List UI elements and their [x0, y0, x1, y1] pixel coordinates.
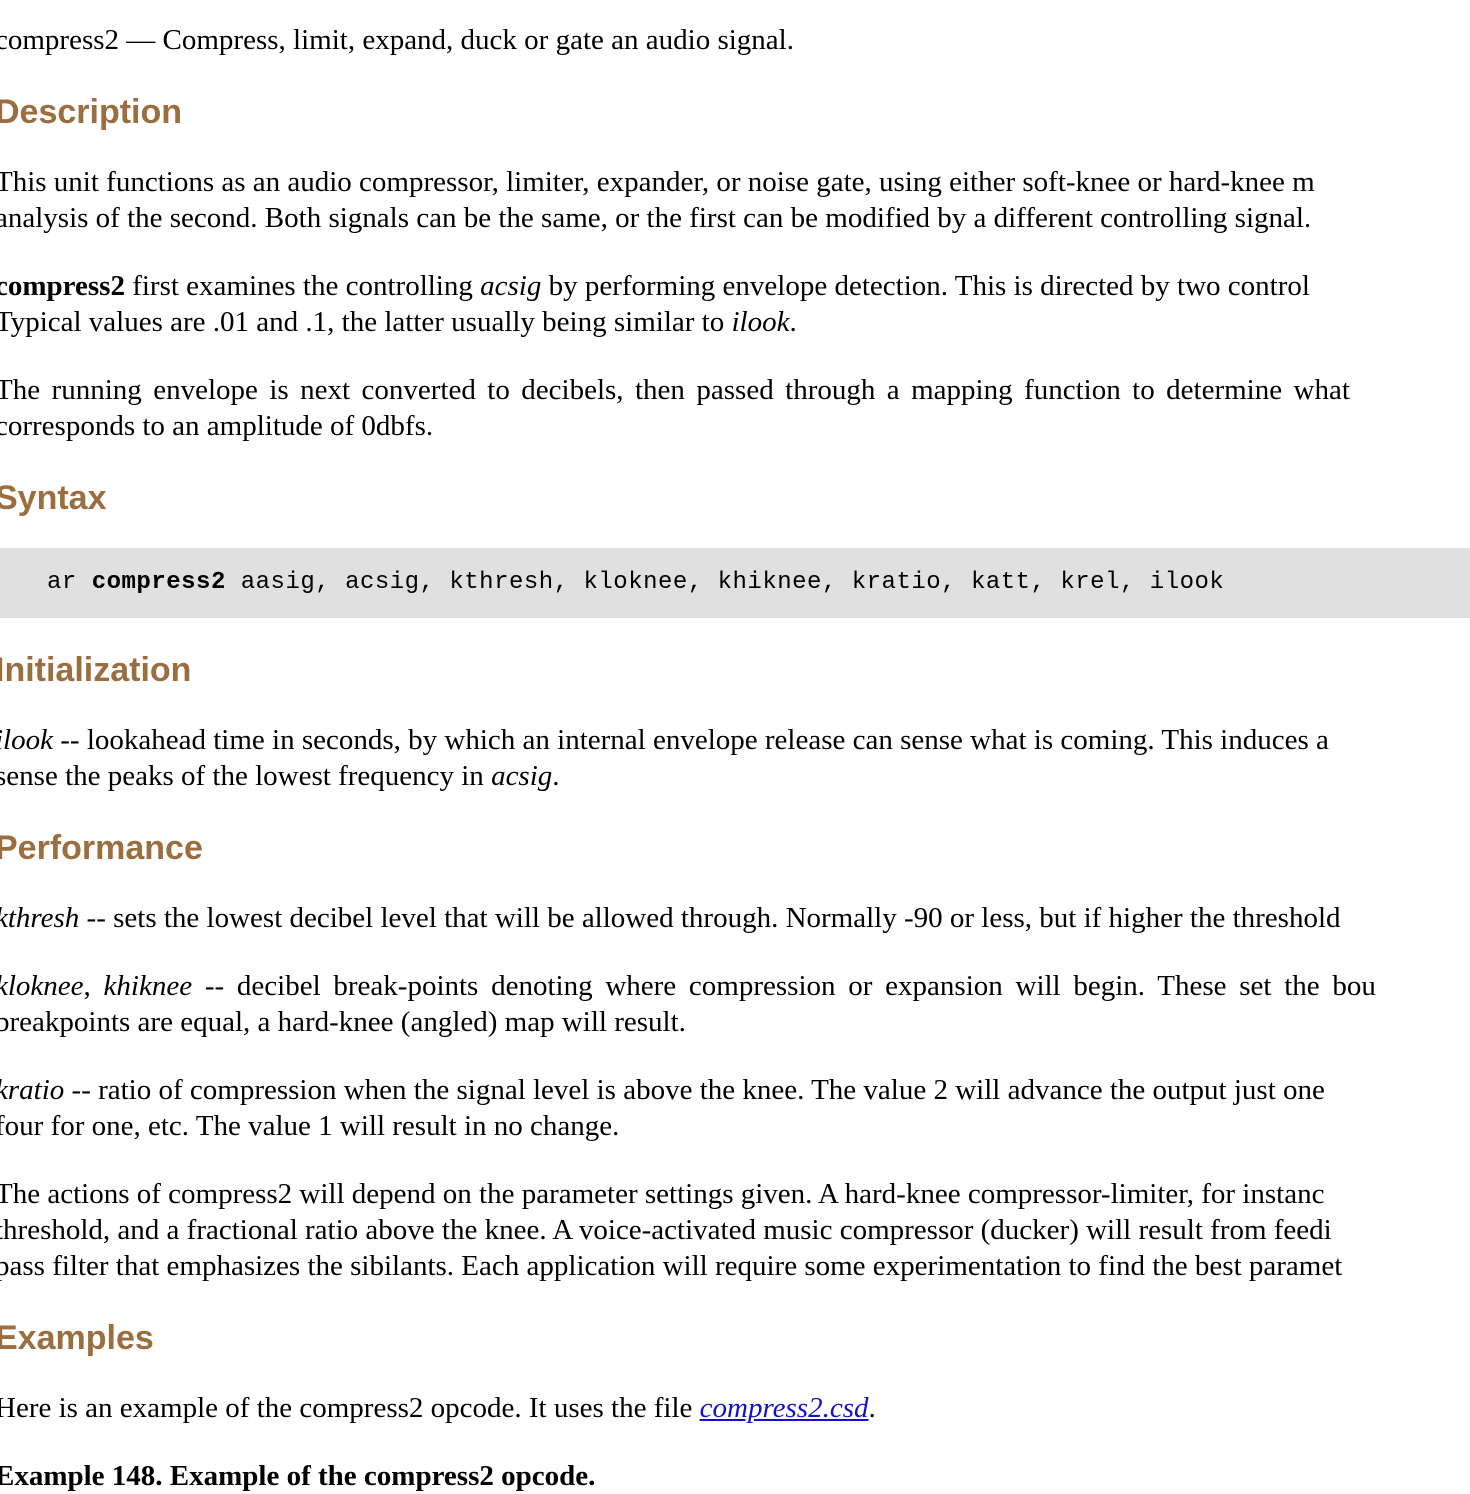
example-file-link[interactable]: compress2.csd — [700, 1392, 869, 1424]
examples-intro: Here is an example of the compress2 opco… — [0, 1390, 876, 1426]
description-paragraph-3: The running envelope is next converted t… — [0, 372, 1470, 444]
param-kthresh: kthresh — [0, 902, 80, 934]
heading-initialization: Initialization — [0, 651, 192, 689]
param-acsig-init: acsig — [491, 760, 553, 792]
param-kloknee: kloknee — [0, 970, 84, 1002]
heading-examples: Examples — [0, 1319, 154, 1357]
description-p2-text1: first examines the controlling — [124, 270, 481, 302]
refpurpose: Compress, limit, expand, duck or gate an… — [162, 24, 794, 56]
description-paragraph-2: compress2 first examines the controlling… — [0, 268, 1310, 340]
description-p1-line1: This unit functions as an audio compress… — [0, 166, 1315, 198]
kratio-line1: -- ratio of compression when the signal … — [64, 1074, 1325, 1106]
initialization-line1: -- lookahead time in seconds, by which a… — [53, 724, 1329, 756]
description-paragraph-1: This unit functions as an audio compress… — [0, 164, 1315, 236]
syntax-code: ar compress2 aasig, acsig, kthresh, klok… — [47, 565, 1224, 601]
description-p2-end: . — [789, 306, 797, 338]
examples-intro-end: . — [868, 1392, 876, 1424]
performance-actions: The actions of compress2 will depend on … — [0, 1176, 1342, 1284]
param-ilook-init: ilook — [0, 724, 53, 756]
performance-kratio: kratio -- ratio of compression when the … — [0, 1072, 1325, 1144]
heading-description: Description — [0, 93, 183, 131]
description-p2-text2: by performing envelope detection. This i… — [541, 270, 1310, 302]
description-p3-line2: corresponds to an amplitude of 0dbfs. — [0, 410, 434, 442]
performance-kthresh: kthresh -- sets the lowest decibel level… — [0, 900, 1341, 936]
initialization-paragraph: ilook -- lookahead time in seconds, by w… — [0, 722, 1329, 794]
example-title: Example 148. Example of the compress2 op… — [0, 1460, 596, 1492]
param-ilook: ilook — [731, 306, 790, 338]
param-khiknee: khiknee — [103, 970, 193, 1002]
description-p1-line2: analysis of the second. Both signals can… — [0, 202, 1312, 234]
refname-line: compress2 — Compress, limit, expand, duc… — [0, 22, 794, 58]
description-p2-line2: Typical values are .01 and .1, the latte… — [0, 306, 732, 338]
param-kratio: kratio — [0, 1074, 65, 1106]
syntax-output: ar — [47, 569, 92, 596]
examples-intro-text: Here is an example of the compress2 opco… — [0, 1392, 700, 1424]
kratio-line2: four for one, etc. The value 1 will resu… — [0, 1110, 620, 1142]
kthresh-text: -- sets the lowest decibel level that wi… — [79, 902, 1341, 934]
refname: compress2 — [0, 24, 120, 56]
description-p3-line1: The running envelope is next converted t… — [0, 374, 1350, 406]
initialization-line2: sense the peaks of the lowest frequency … — [0, 760, 492, 792]
syntax-block: ar compress2 aasig, acsig, kthresh, klok… — [0, 548, 1470, 618]
syntax-opcode: compress2 — [91, 569, 226, 596]
performance-knee: kloknee, khiknee -- decibel break-points… — [0, 968, 1376, 1040]
heading-syntax: Syntax — [0, 479, 107, 517]
knee-line1: -- decibel break-points denoting where c… — [192, 970, 1376, 1002]
actions-line2: threshold, and a fractional ratio above … — [0, 1214, 1332, 1246]
knee-separator: , — [83, 970, 104, 1002]
actions-line3: pass filter that emphasizes the sibilant… — [0, 1250, 1343, 1282]
syntax-args: aasig, acsig, kthresh, kloknee, khiknee,… — [225, 569, 1225, 596]
refname-dash: — — [126, 24, 156, 56]
actions-line1: The actions of compress2 will depend on … — [0, 1178, 1325, 1210]
initialization-end: . — [552, 760, 560, 792]
opcode-name: compress2 — [0, 270, 125, 302]
heading-performance: Performance — [0, 829, 203, 867]
knee-line2: breakpoints are equal, a hard-knee (angl… — [0, 1006, 686, 1038]
param-acsig: acsig — [480, 270, 542, 302]
